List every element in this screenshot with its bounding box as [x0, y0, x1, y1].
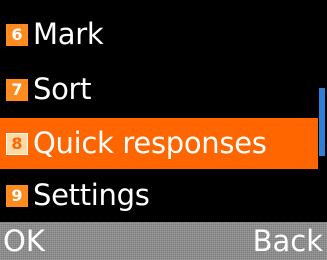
- menu-item-number: 9: [6, 184, 28, 207]
- menu-item-label: Settings: [33, 178, 150, 212]
- scrollbar-thumb[interactable]: [319, 88, 325, 156]
- menu-item-quick-responses[interactable]: 8 Quick responses: [0, 118, 318, 169]
- softkey-bar: OK Back: [0, 222, 327, 260]
- menu-item-number: 7: [6, 78, 28, 101]
- phone-screen: 6 Mark 7 Sort 8 Quick responses 9 Settin…: [0, 0, 327, 260]
- menu-item-settings[interactable]: 9 Settings: [0, 170, 318, 221]
- menu-item-number: 8: [6, 132, 28, 155]
- back-softkey[interactable]: Back: [253, 222, 323, 260]
- menu-item-sort[interactable]: 7 Sort: [0, 64, 318, 115]
- menu-item-label: Mark: [33, 17, 104, 51]
- menu-item-label: Sort: [33, 72, 92, 106]
- menu-item-number: 6: [6, 23, 28, 46]
- menu-item-mark[interactable]: 6 Mark: [0, 9, 318, 60]
- ok-softkey[interactable]: OK: [3, 222, 45, 260]
- menu-item-label: Quick responses: [33, 126, 267, 160]
